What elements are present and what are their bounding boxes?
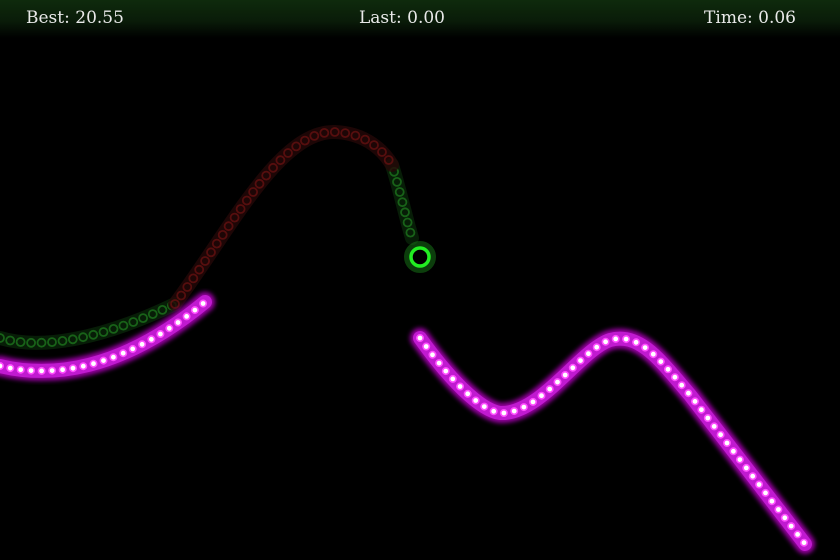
wall-bead [89, 359, 98, 368]
wall-bead [165, 324, 174, 333]
wall-bead [99, 356, 108, 365]
wall-bead [584, 349, 593, 358]
wall-bead [471, 396, 480, 405]
wall-bead [489, 407, 498, 416]
wall-bead [0, 362, 4, 370]
player-ring-icon[interactable] [404, 241, 436, 273]
last-label: Last: [359, 8, 402, 28]
player-trail-red [168, 124, 399, 311]
wall-bead [528, 397, 537, 406]
wall-bead [748, 472, 757, 481]
wall-bead [16, 365, 25, 374]
wall-bead [422, 342, 431, 351]
wall-bead [499, 408, 508, 417]
game-field[interactable] [0, 0, 840, 560]
wall-bead [182, 312, 191, 321]
last-value: 0.00 [407, 8, 445, 28]
wall-bead [622, 335, 631, 344]
wall-bead [729, 447, 738, 456]
wall-bead [199, 299, 208, 308]
wall-bead [27, 366, 36, 375]
wall-bead [670, 373, 679, 382]
wall-bead [448, 374, 457, 383]
wall-bead [592, 343, 601, 352]
wall-bead [632, 338, 641, 347]
wall-bead [119, 349, 128, 358]
wall-bead [156, 329, 165, 338]
wall-bead [109, 353, 118, 362]
wall-bead [463, 389, 472, 398]
wall-bead [601, 337, 610, 346]
wall-bead [684, 389, 693, 398]
wall-bead [722, 438, 731, 447]
wall-bead [138, 340, 147, 349]
wall-bead [787, 522, 796, 531]
best-score: Best: 20.55 [26, 8, 124, 28]
elapsed-time: Time: 0.06 [704, 8, 796, 28]
wall-bead [649, 350, 658, 359]
wall-bead [755, 480, 764, 489]
wall-bead [69, 364, 78, 373]
wall-bead [703, 413, 712, 422]
wall-bead [48, 366, 57, 375]
wall-bead [428, 350, 437, 359]
wall-bead [568, 363, 577, 372]
wall-bead [710, 422, 719, 431]
wall-bead [799, 538, 808, 547]
wall-bead [435, 359, 444, 368]
wall-segment-right [410, 328, 815, 554]
wall-bead [774, 505, 783, 514]
wall-bead [780, 513, 789, 522]
wall-bead [6, 364, 15, 373]
wall-bead [690, 397, 699, 406]
wall-bead [576, 356, 585, 365]
wall-bead [37, 366, 46, 375]
wall-bead [128, 344, 137, 353]
wall-bead [656, 357, 665, 366]
wall-bead [561, 370, 570, 379]
time-value: 0.06 [758, 8, 796, 28]
wall-bead [545, 385, 554, 394]
wall-bead [735, 455, 744, 464]
wall-bead [663, 365, 672, 374]
wall-bead [793, 530, 802, 539]
wall-bead [553, 378, 562, 387]
wall-bead [611, 334, 620, 343]
wall-bead [174, 318, 183, 327]
game-stage[interactable]: Best: 20.55 Last: 0.00 Time: 0.06 [0, 0, 840, 560]
wall-bead [677, 381, 686, 390]
best-label: Best: [26, 8, 70, 28]
wall-bead [441, 367, 450, 376]
wall-bead [697, 405, 706, 414]
wall-bead [147, 335, 156, 344]
hud-bar: Best: 20.55 Last: 0.00 Time: 0.06 [0, 0, 840, 38]
wall-bead [761, 488, 770, 497]
wall-bead [190, 306, 199, 315]
wall-bead [519, 403, 528, 412]
wall-bead [742, 463, 751, 472]
wall-bead [79, 362, 88, 371]
time-label: Time: [704, 8, 753, 28]
wall-bead [58, 365, 67, 374]
wall-bead [510, 407, 519, 416]
wall-bead [415, 333, 424, 342]
wall-bead [480, 402, 489, 411]
wall-bead [537, 391, 546, 400]
wall-bead [767, 497, 776, 506]
best-value: 20.55 [75, 8, 124, 28]
wall-bead [456, 382, 465, 391]
wall-bead [716, 430, 725, 439]
last-score: Last: 0.00 [359, 8, 445, 28]
wall-bead [641, 343, 650, 352]
